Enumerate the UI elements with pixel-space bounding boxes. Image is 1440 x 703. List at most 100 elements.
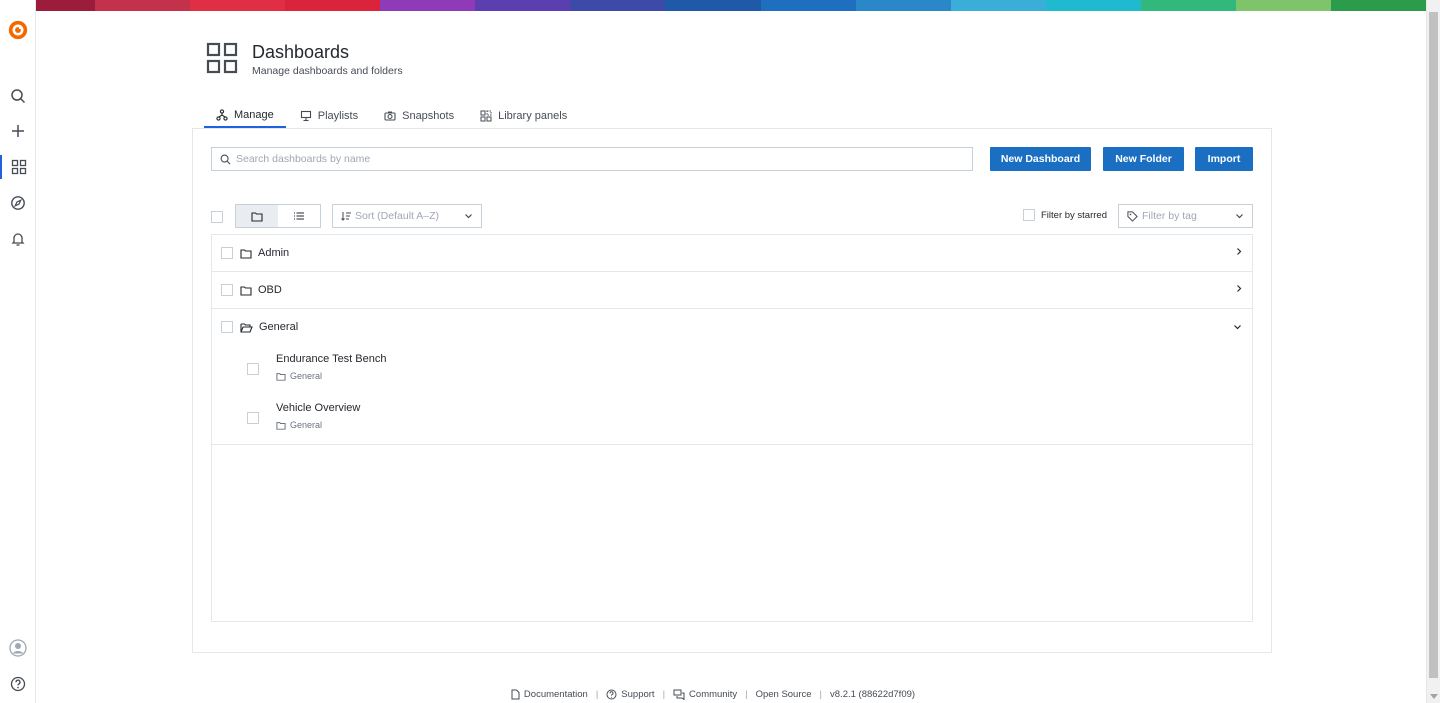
new-folder-button[interactable]: New Folder (1103, 147, 1184, 171)
page-subtitle: Manage dashboards and folders (252, 65, 403, 77)
dashboard-folder-name: General (290, 420, 323, 430)
sort-select[interactable]: Sort (Default A–Z) (332, 204, 482, 228)
tab-label: Snapshots (402, 110, 455, 122)
tab-label: Playlists (317, 110, 359, 122)
tab-bar: Manage Playlists Snapshots Library panel… (204, 104, 581, 128)
dashboard-title[interactable]: Endurance Test Bench (276, 353, 386, 365)
folder-name: General (259, 321, 299, 333)
community-label: Community (689, 689, 738, 700)
folder-checkbox[interactable] (221, 284, 233, 296)
documentation-label: Documentation (523, 689, 588, 700)
open-source-label: Open Source (755, 689, 812, 700)
folder-icon (240, 285, 252, 296)
top-color-bar-segment (285, 0, 381, 11)
nav-dashboards[interactable] (0, 155, 36, 179)
top-color-bar-segment (380, 0, 476, 11)
top-color-bar-segment (665, 0, 761, 11)
tab-playlists[interactable]: Playlists (288, 104, 370, 128)
footer-separator: | (595, 689, 599, 700)
folder-row-obd[interactable]: OBD (212, 272, 1252, 309)
search-input[interactable]: Search dashboards by name (211, 147, 973, 171)
folder-icon (276, 372, 286, 381)
layout-toggle (235, 204, 321, 228)
open-source-link[interactable]: Open Source (756, 689, 812, 700)
top-color-bar-segment (950, 0, 1046, 11)
footer-separator: | (662, 689, 666, 700)
dashboard-title[interactable]: Vehicle Overview (276, 402, 360, 414)
starred-checkbox[interactable] (1023, 209, 1035, 221)
page-scrollbar[interactable] (1426, 0, 1440, 703)
top-color-bar-segment (190, 0, 286, 11)
dashboard-item-vehicle-overview[interactable]: Vehicle Overview General (247, 398, 1237, 438)
dashboard-checkbox[interactable] (247, 363, 259, 375)
support-link[interactable]: Support (606, 689, 655, 700)
grafana-logo-icon[interactable] (7, 19, 29, 41)
search-icon (220, 154, 231, 164)
top-color-bar-segment (1330, 0, 1426, 11)
nav-explore[interactable] (0, 191, 36, 215)
page-header: Dashboards Manage dashboards and folders (206, 42, 403, 77)
dashboards-grid-icon (206, 42, 238, 74)
tab-manage[interactable]: Manage (204, 104, 286, 128)
folder-view-option[interactable] (236, 205, 278, 227)
nav-alerting[interactable] (0, 227, 36, 251)
top-color-bar-segment (1140, 0, 1236, 11)
new-dashboard-button[interactable]: New Dashboard (990, 147, 1091, 171)
camera-icon (384, 111, 396, 121)
folder-row-general[interactable]: General (212, 309, 1252, 345)
list-icon (294, 212, 304, 220)
folder-open-icon (240, 322, 253, 333)
top-color-bar (0, 0, 1426, 11)
nav-profile[interactable] (0, 636, 36, 660)
dashboards-grid-icon (11, 159, 27, 175)
dashboard-folder-location: General (276, 420, 322, 430)
top-color-bar-segment (95, 0, 191, 11)
dashboard-folder-name: General (290, 371, 323, 381)
folder-row-admin[interactable]: Admin (212, 235, 1252, 272)
import-button[interactable]: Import (1195, 147, 1253, 171)
community-link[interactable]: Community (673, 689, 737, 700)
list-view-option[interactable] (278, 205, 320, 227)
folder-checkbox[interactable] (221, 321, 233, 333)
tab-label: Library panels (498, 110, 568, 122)
folder-checkbox[interactable] (221, 247, 233, 259)
sort-label: Sort (Default A–Z) (355, 210, 440, 222)
nav-search[interactable] (0, 84, 36, 108)
avatar-icon (9, 639, 27, 657)
scrollbar-thumb[interactable] (1429, 12, 1438, 678)
folder-icon (251, 211, 263, 222)
presentation-icon (300, 110, 311, 122)
select-all-checkbox[interactable] (211, 211, 223, 223)
scroll-down-arrow-icon[interactable] (1430, 694, 1438, 699)
folder-icon (276, 421, 286, 430)
dashboard-checkbox[interactable] (247, 412, 259, 424)
compass-icon (11, 196, 25, 210)
version-link[interactable]: v8.2.1 (88622d7f09) (830, 689, 915, 700)
tab-library-panels[interactable]: Library panels (468, 104, 579, 128)
question-circle-icon (606, 689, 617, 700)
comments-icon (673, 689, 685, 700)
search-placeholder: Search dashboards by name (236, 153, 371, 165)
dashboard-item-endurance-test-bench[interactable]: Endurance Test Bench General (247, 349, 1237, 389)
folder-icon (240, 248, 252, 259)
dashboard-list: Admin OBD General Endurance Test Bench G… (211, 234, 1253, 622)
footer-separator: | (745, 689, 748, 700)
chevron-down-icon (1236, 214, 1243, 219)
documentation-link[interactable]: Documentation (511, 689, 588, 700)
chevron-right-icon (1237, 248, 1242, 255)
chevron-down-icon (465, 214, 472, 219)
support-label: Support (621, 689, 655, 700)
footer-separator: | (819, 689, 823, 700)
filter-by-starred[interactable]: Filter by starred (1023, 209, 1107, 221)
nav-create[interactable] (0, 119, 36, 143)
top-color-bar-segment (570, 0, 666, 11)
top-color-bar-segment (475, 0, 571, 11)
top-color-bar-segment (1045, 0, 1141, 11)
tag-filter-select[interactable]: Filter by tag (1118, 204, 1253, 228)
footer: Documentation | Support | Community | Op… (0, 689, 1426, 700)
search-icon (11, 89, 26, 104)
starred-label: Filter by starred (1041, 209, 1107, 221)
folder-name: OBD (258, 284, 282, 296)
tab-snapshots[interactable]: Snapshots (372, 104, 466, 128)
folder-section-general: General Endurance Test Bench General Veh… (212, 309, 1252, 445)
